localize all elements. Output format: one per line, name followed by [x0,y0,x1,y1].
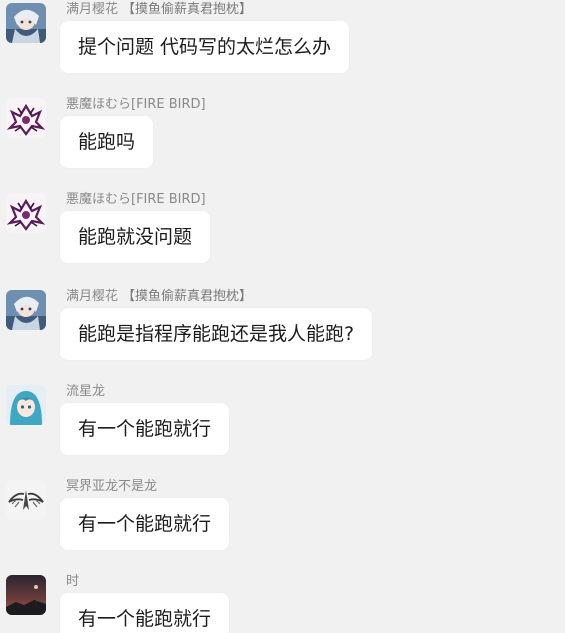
anime-girl-avatar[interactable] [6,290,46,330]
dusk-landscape-avatar[interactable] [6,575,46,615]
message-bubble[interactable]: 提个问题 代码写的太烂怎么办 [60,21,350,73]
sender-name: 悪魔ほむら[FIRE BIRD] [66,97,206,112]
message-bubble[interactable]: 能跑就没问题 [60,211,211,263]
sender-name: 时 [66,574,80,589]
dark-wings-avatar[interactable] [6,98,46,138]
wing-sketch-avatar[interactable] [6,480,46,520]
sender-title-tag: 【摸鱼偷薪真君抱枕】 [122,289,253,304]
sender-name: 满月樱花 【摸鱼偷薪真君抱枕】 [66,289,253,304]
sender-name: 悪魔ほむら[FIRE BIRD] [66,192,206,207]
sender-title-tag: 【摸鱼偷薪真君抱枕】 [122,2,253,17]
message-bubble[interactable]: 能跑吗 [60,116,154,168]
blue-hair-avatar[interactable] [6,385,46,425]
sender-name: 满月樱花 【摸鱼偷薪真君抱枕】 [66,2,253,17]
sender-name: 流星龙 [66,384,106,399]
message-bubble[interactable]: 有一个能跑就行 [60,403,230,455]
dark-wings-avatar[interactable] [6,193,46,233]
message-bubble[interactable]: 有一个能跑就行 [60,593,230,633]
message-bubble[interactable]: 能跑是指程序能跑还是我人能跑? [60,308,373,360]
chat-log: 满月樱花 【摸鱼偷薪真君抱枕】 提个问题 代码写的太烂怎么办 悪魔ほむら[FIRE… [0,0,565,633]
message-bubble[interactable]: 有一个能跑就行 [60,498,230,550]
anime-girl-avatar[interactable] [6,3,46,43]
sender-name: 冥界亚龙不是龙 [66,479,158,494]
